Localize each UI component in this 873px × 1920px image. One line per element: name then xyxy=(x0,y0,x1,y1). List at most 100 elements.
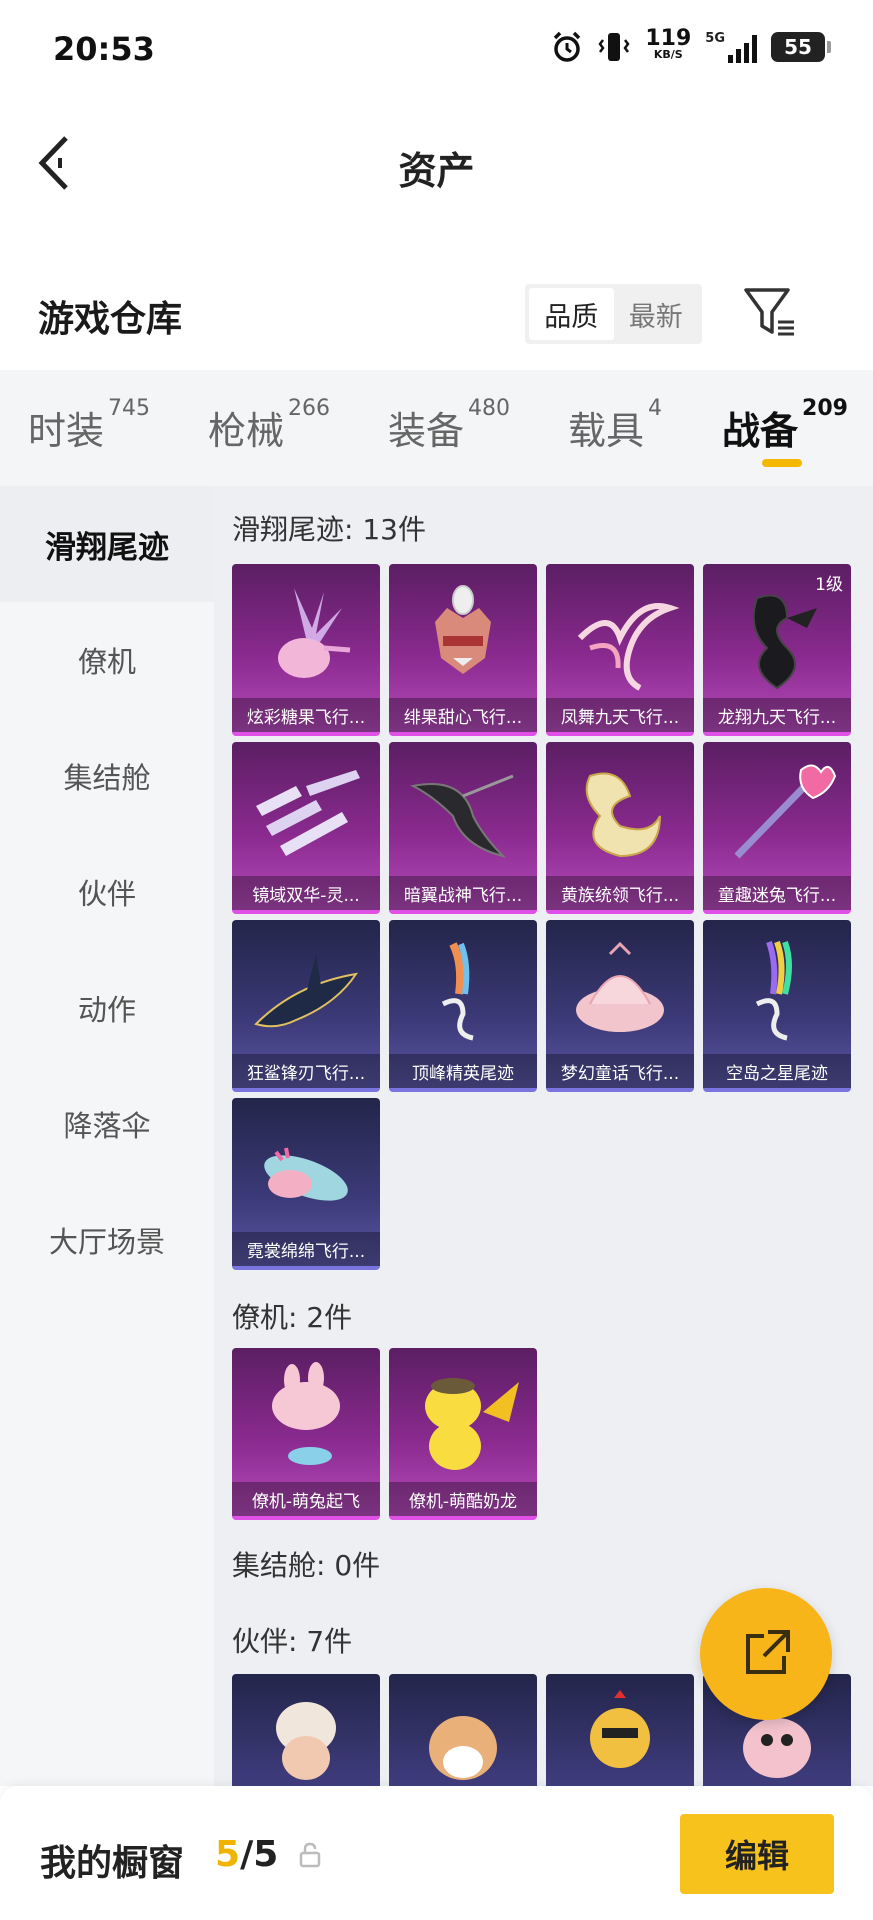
magic-wand-icon xyxy=(734,764,837,859)
golden-dragon-icon xyxy=(585,772,661,858)
filter-icon[interactable] xyxy=(742,284,798,340)
item-card[interactable]: 霓裳绵绵飞行... xyxy=(232,1098,380,1270)
tab-count: 480 xyxy=(468,396,511,421)
share-icon xyxy=(746,1630,790,1674)
item-card[interactable]: 炫彩糖果飞行... xyxy=(232,564,380,736)
shiba-dog-icon xyxy=(429,1716,497,1780)
showcase-total: 5 xyxy=(253,1834,279,1875)
edit-button[interactable]: 编辑 xyxy=(680,1814,834,1894)
crystal-shards-icon xyxy=(256,770,360,856)
section-title-glide-trail: 滑翔尾迹: 13件 xyxy=(232,513,426,546)
sidebar-item-wingman[interactable]: 僚机 xyxy=(0,602,214,718)
page-title: 资产 xyxy=(398,149,475,193)
black-dragon-icon xyxy=(752,594,817,690)
item-name: 黄族统领飞行... xyxy=(546,876,694,910)
item-name: 凤舞九天飞行... xyxy=(546,698,694,732)
vibrate-icon xyxy=(598,33,630,61)
item-card[interactable]: 梦幻童话飞行... xyxy=(546,920,694,1092)
showcase-count: 5/5 xyxy=(215,1834,278,1875)
item-card[interactable] xyxy=(389,1674,537,1786)
item-card[interactable]: 童趣迷兔飞行... xyxy=(703,742,851,914)
fox-mask-icon xyxy=(435,585,491,674)
alarm-icon xyxy=(554,31,581,62)
section-title-wingman: 僚机: 2件 xyxy=(232,1301,353,1334)
signal-icon: 5G xyxy=(705,31,757,63)
tab-tactical[interactable]: 战备209 xyxy=(722,396,848,455)
sidebar: 滑翔尾迹 僚机 集结舱 伙伴 动作 降落伞 大厅场景 xyxy=(0,486,214,1786)
share-button[interactable] xyxy=(700,1588,832,1720)
item-card[interactable]: 镜域双华-灵... xyxy=(232,742,380,914)
candy-bouquet-icon xyxy=(278,588,351,678)
showcase-title: 我的橱窗 xyxy=(40,1843,185,1884)
item-card[interactable] xyxy=(232,1674,380,1786)
item-name: 镜域双华-灵... xyxy=(232,876,380,910)
fairy-bed-icon xyxy=(576,941,664,1032)
sidebar-item-glide-trail[interactable]: 滑翔尾迹 xyxy=(0,486,214,602)
sort-quality-option[interactable]: 品质 xyxy=(529,288,614,340)
item-name: 龙翔九天飞行... xyxy=(703,698,851,732)
speed-value: 119 xyxy=(645,26,692,51)
item-name: 僚机-萌兔起飞 xyxy=(232,1482,380,1516)
sort-newest-option[interactable]: 最新 xyxy=(614,288,699,340)
item-card[interactable] xyxy=(546,1674,694,1786)
active-tab-indicator xyxy=(762,459,802,467)
cute-plane-icon xyxy=(264,1147,348,1201)
dark-wings-icon xyxy=(409,774,514,858)
item-card[interactable]: 狂鲨锋刃飞行... xyxy=(232,920,380,1092)
status-time: 20:53 xyxy=(53,30,155,68)
status-icons: 119 KB/S 5G 55 xyxy=(551,26,831,64)
item-name: 暗翼战神飞行... xyxy=(389,876,537,910)
tab-label: 时装 xyxy=(28,409,105,453)
sidebar-item-partner[interactable]: 伙伴 xyxy=(0,834,214,950)
status-bar: 20:53 119 KB/S 5G 55 xyxy=(0,0,873,100)
tab-count: 266 xyxy=(288,396,331,421)
tab-count: 209 xyxy=(802,396,848,421)
tab-label: 装备 xyxy=(388,409,465,453)
item-card[interactable]: 僚机-萌酷奶龙 xyxy=(389,1348,537,1520)
yellow-dragon-icon xyxy=(425,1378,519,1470)
tab-label: 载具 xyxy=(568,409,645,453)
network-type: 5G xyxy=(705,31,725,46)
item-card[interactable]: 顶峰精英尾迹 xyxy=(389,920,537,1092)
showcase-current: 5 xyxy=(215,1834,241,1875)
tab-count: 4 xyxy=(648,396,663,421)
nav-bar: 资产 xyxy=(0,100,873,230)
tab-label: 战备 xyxy=(722,409,799,453)
phoenix-wings-icon xyxy=(577,603,680,691)
item-card[interactable]: 僚机-萌兔起飞 xyxy=(232,1348,380,1520)
item-name: 炫彩糖果飞行... xyxy=(232,698,380,732)
rainbow-trail-icon xyxy=(755,940,792,1041)
sidebar-item-pod[interactable]: 集结舱 xyxy=(0,718,214,834)
tab-count: 745 xyxy=(108,396,151,421)
battery-icon: 55 xyxy=(771,32,831,62)
item-name: 顶峰精英尾迹 xyxy=(389,1054,537,1088)
sidebar-item-parachute[interactable]: 降落伞 xyxy=(0,1066,214,1182)
item-name: 狂鲨锋刃飞行... xyxy=(232,1054,380,1088)
category-tabs: 时装745 枪械266 装备480 载具4 战备209 xyxy=(0,370,873,486)
sidebar-item-emote[interactable]: 动作 xyxy=(0,950,214,1066)
showcase-bar: 我的橱窗 5/5 编辑 xyxy=(0,1786,873,1920)
item-card[interactable]: 暗翼战神飞行... xyxy=(389,742,537,914)
tab-vehicles[interactable]: 载具4 xyxy=(568,396,662,455)
tab-fashion[interactable]: 时装745 xyxy=(28,396,150,455)
item-name: 空岛之星尾迹 xyxy=(703,1054,851,1088)
item-card[interactable]: 凤舞九天飞行... xyxy=(546,564,694,736)
item-card[interactable]: 空岛之星尾迹 xyxy=(703,920,851,1092)
item-card[interactable]: 黄族统领飞行... xyxy=(546,742,694,914)
section-title-partner: 伙伴: 7件 xyxy=(232,1625,353,1658)
tab-equipment[interactable]: 装备480 xyxy=(388,396,510,455)
item-name: 绯果甜心飞行... xyxy=(389,698,537,732)
sidebar-item-lobby-scene[interactable]: 大厅场景 xyxy=(0,1182,214,1298)
warehouse-header: 游戏仓库 品质 最新 xyxy=(0,270,873,370)
item-name: 梦幻童话飞行... xyxy=(546,1054,694,1088)
item-card[interactable]: 绯果甜心飞行... xyxy=(389,564,537,736)
item-card[interactable]: 1级 龙翔九天飞行... xyxy=(703,564,851,736)
tab-guns[interactable]: 枪械266 xyxy=(208,396,330,455)
shark-glider-icon xyxy=(254,954,359,1028)
item-name: 僚机-萌酷奶龙 xyxy=(389,1482,537,1516)
showcase-separator: / xyxy=(240,1834,254,1875)
granny-figure-icon xyxy=(276,1702,336,1780)
network-speed: 119 KB/S xyxy=(645,26,692,63)
bunny-drone-icon xyxy=(272,1362,340,1465)
section-title-pod: 集结舱: 0件 xyxy=(232,1549,381,1582)
